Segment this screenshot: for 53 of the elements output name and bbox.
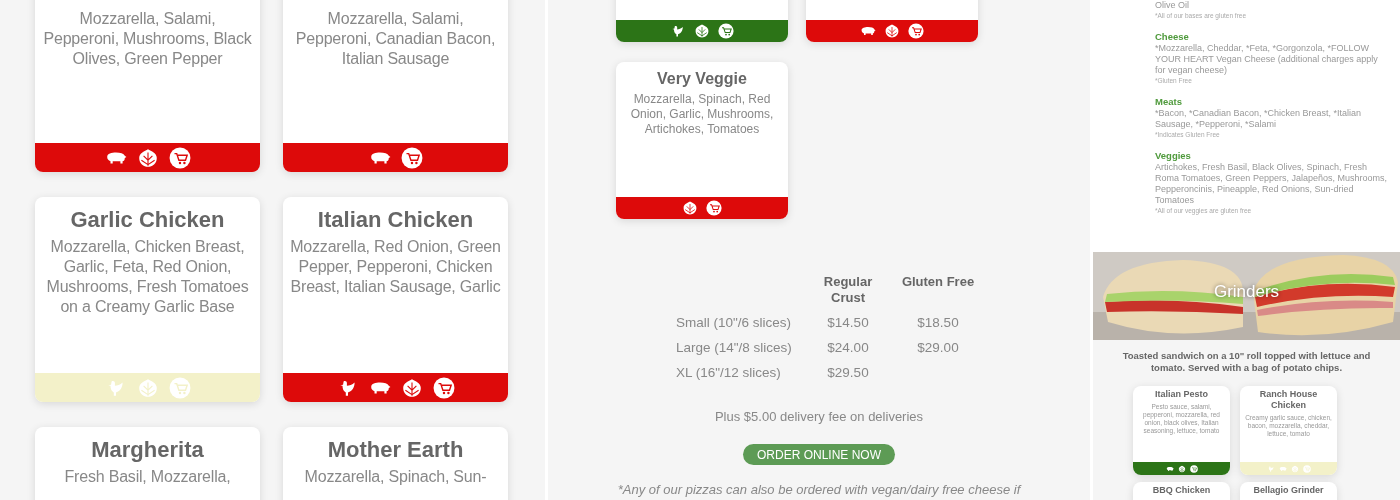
pig-icon: [1165, 464, 1174, 473]
grinder-name: Italian Pesto: [1154, 388, 1209, 400]
chicken-icon: [1266, 464, 1275, 473]
column-header: Gluten Free: [900, 274, 976, 291]
artichoke-icon: [694, 23, 710, 39]
price: $29.00: [917, 340, 959, 355]
artichoke-icon: [682, 200, 698, 216]
topping-list: *Mozzarella, Cheddar, *Feta, *Gorgonzola, *FOLLOW YOUR HEART Vegan Cheese (additional charges apply for vegan cheese): [1155, 43, 1390, 76]
grinder-name: BBQ Chicken: [1151, 484, 1212, 496]
column-header: Regular Crust: [822, 274, 874, 306]
cart-icon[interactable]: [718, 23, 734, 39]
artichoke-icon: [884, 23, 900, 39]
section-description: Toasted sandwich on a 10" roll topped with lettuce and tomato. Served with a bag of potato chips.: [1093, 340, 1400, 386]
pizza-ingredients: Mozzarella, Salami, Pepperoni, Canadian Bacon, Italian Sausage: [294, 9, 497, 69]
pig-icon: [1278, 464, 1287, 473]
cart-icon[interactable]: [908, 23, 924, 39]
pizza-name: Garlic Chicken: [69, 206, 226, 234]
grinder-name: Ranch House Chicken: [1258, 388, 1319, 411]
topping-heading: Meats: [1155, 96, 1183, 108]
cart-icon[interactable]: [400, 146, 423, 169]
pizza-name: Italian Chicken: [316, 206, 475, 234]
artichoke-icon: [400, 376, 423, 399]
cart-icon[interactable]: [168, 146, 191, 169]
topping-heading: Cheese: [1155, 31, 1190, 43]
pizza-name: Margherita: [90, 436, 205, 464]
cart-icon[interactable]: [706, 200, 722, 216]
artichoke-icon: [136, 376, 159, 399]
pizza-ingredients: Mozzarella, Spinach, Red Onion, Garlic, Mushrooms, Artichokes, Tomatoes: [629, 92, 775, 137]
size-label: Small (10"/6 slices): [676, 315, 793, 331]
order-button[interactable]: ORDER ONLINE NOW: [743, 444, 895, 465]
topping-list: Artichokes, Fresh Basil, Black Olives, Spinach, Fresh Roma Tomatoes, Green Peppers, Jalapeños, Mushrooms, Pepperoncinis, Pineapple, Red Onions, Sun-dried Tomatoes: [1155, 162, 1390, 206]
size-label: Large (14"/8 slices): [676, 340, 793, 356]
pizza-ingredients: Mozzarella, Red Onion, Green Pepper, Pepperoni, Chicken Breast, Italian Sausage, Garlic: [289, 237, 502, 297]
size-label: XL (16"/12 slices): [676, 365, 782, 381]
pizza-name: Very Veggie: [656, 69, 748, 89]
pizza-ingredients: Mozzarella, Spinach, Sun-: [303, 467, 488, 487]
delivery-note: Plus $5.00 delivery fee on deliveries: [713, 409, 925, 424]
topping-list: Olive Oil: [1155, 0, 1390, 11]
grinder-name: Bellagio Grinder: [1252, 484, 1325, 496]
price: $24.00: [827, 340, 869, 355]
pizza-ingredients: Fresh Basil, Mozzarella,: [63, 467, 232, 487]
price: $14.50: [827, 315, 869, 330]
pizza-ingredients: Mozzarella, Chicken Breast, Garlic, Feta, Red Onion, Mushrooms, Fresh Tomatoes on a Creamy Garlic Base: [45, 237, 250, 317]
price: $18.50: [917, 315, 959, 330]
price: $29.50: [827, 365, 869, 380]
cart-icon[interactable]: [1189, 464, 1198, 473]
artichoke-icon: [136, 146, 159, 169]
cart-icon[interactable]: [432, 376, 455, 399]
pizza-ingredients: Mozzarella, Salami, Pepperoni, Mushrooms, Black Olives, Green Pepper: [42, 9, 253, 69]
topping-list: *Bacon, *Canadian Bacon, *Chicken Breast, *Italian Sausage, *Pepperoni, *Salami: [1155, 108, 1390, 130]
vegan-note: *Any of our pizzas can also be ordered with vegan/dairy free cheese if: [616, 482, 1023, 497]
pizza-name: Mother Earth: [326, 436, 465, 464]
topping-heading: Veggies: [1155, 150, 1192, 162]
